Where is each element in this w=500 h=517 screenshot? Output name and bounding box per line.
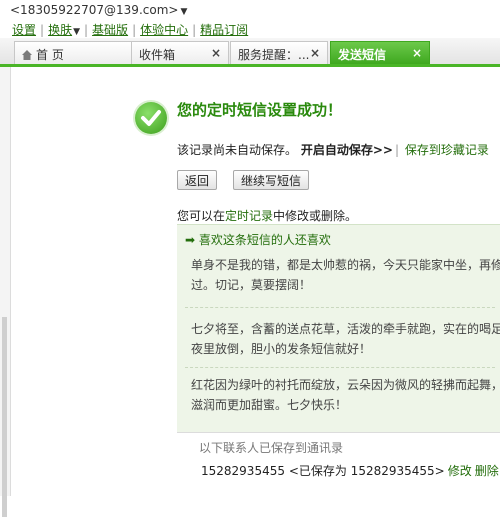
account-address: <18305922707@139.com> — [10, 3, 179, 17]
settings-link[interactable]: 设置 — [12, 23, 36, 37]
message-line: 滋润而更加甜蜜。七夕快乐！ — [191, 398, 348, 412]
scheduled-records-link[interactable]: 定时记录 — [225, 209, 273, 223]
recommended-message[interactable]: 红花因为绿叶的衬托而绽放，云朵因为微风的轻拂而起舞，鱼儿因 滋润而更加甜蜜。七夕… — [191, 375, 500, 415]
enable-auto-save-link[interactable]: 开启自动保存>> — [301, 143, 393, 157]
recommended-message[interactable]: 七夕将至，含蓄的送点花草，活泼的牵手就跑，实在的喝足吃饱， 夜里放倒，胆小的发条… — [191, 319, 500, 359]
account-selector[interactable]: <18305922707@139.com> ▼ — [10, 3, 187, 17]
left-scrollbar[interactable] — [0, 67, 11, 517]
saved-contacts-panel: 以下联系人已保存到通讯录 15282935455 <已保存为 152829354… — [177, 432, 500, 497]
home-icon — [22, 50, 32, 60]
message-line: 红花因为绿叶的衬托而绽放，云朵因为微风的轻拂而起舞，鱼儿因 — [191, 378, 500, 392]
top-menu: 设置 | 换肤▼ | 基础版 | 体验中心 | 精品订阅 — [12, 21, 248, 38]
menu-separator: | — [192, 23, 197, 37]
menu-separator: | — [132, 23, 137, 37]
not-saved-text: 该记录尚未自动保存。 — [177, 143, 298, 157]
recommendation-header: ➡ 喜欢这条短信的人还喜欢 — [185, 233, 331, 247]
delete-contact-link[interactable]: 删除 — [475, 464, 499, 478]
tab-send-sms[interactable]: 发送短信 × — [330, 41, 430, 64]
tab-home[interactable]: 首 页 — [14, 41, 132, 64]
experience-center-link[interactable]: 体验中心 — [140, 23, 188, 37]
tab-service-reminder[interactable]: 服务提醒：... × — [230, 41, 328, 64]
save-to-collection-link[interactable]: 保存到珍藏记录 — [405, 143, 489, 157]
divider — [185, 367, 495, 368]
recommended-message[interactable]: 单身不是我的错，都是太帅惹的祸，今天只能家中坐，再修都没有 过。切记，莫要摆阔！ — [191, 255, 500, 295]
tab-inbox[interactable]: 收件箱 × — [131, 41, 229, 64]
success-check-icon — [135, 102, 167, 134]
saved-contact-row: 15282935455 <已保存为 15282935455> 修改 删除 — [201, 462, 499, 479]
menu-separator: | — [84, 23, 89, 37]
message-line: 七夕将至，含蓄的送点花草，活泼的牵手就跑，实在的喝足吃饱， — [191, 322, 500, 336]
tab-bar: 首 页 收件箱 × 服务提醒：... × 发送短信 × — [0, 38, 500, 67]
message-line: 单身不是我的错，都是太帅惹的祸，今天只能家中坐，再修都没有 — [191, 258, 500, 272]
tab-label: 服务提醒：... — [238, 48, 310, 62]
hint-suffix: 中修改或删除。 — [273, 209, 358, 223]
close-icon[interactable]: × — [211, 46, 221, 60]
message-line: 过。切记，莫要摆阔！ — [191, 278, 312, 292]
tab-label: 发送短信 — [338, 48, 387, 62]
tab-label: 首 页 — [36, 48, 64, 62]
saved-as-text: <已保存为 15282935455> — [288, 464, 445, 478]
chevron-down-icon[interactable]: ▼ — [180, 7, 187, 17]
back-button[interactable]: 返回 — [177, 170, 218, 190]
tab-label: 收件箱 — [139, 48, 176, 62]
save-status-line: 该记录尚未自动保存。 开启自动保存>> | 保存到珍藏记录 — [177, 141, 489, 158]
message-line: 夜里放倒，胆小的发条短信就好！ — [191, 342, 372, 356]
skin-dropdown-icon[interactable]: ▼ — [73, 27, 80, 37]
separator: | — [394, 143, 400, 157]
hint-prefix: 您可以在 — [177, 209, 226, 223]
scrollbar-thumb[interactable] — [2, 317, 7, 517]
hint-line: 您可以在定时记录中修改或删除。 — [177, 207, 357, 224]
edit-contact-link[interactable]: 修改 — [448, 464, 472, 478]
menu-separator: | — [40, 23, 45, 37]
saved-contacts-note: 以下联系人已保存到通讯录 — [199, 441, 344, 455]
divider — [185, 307, 495, 308]
top-bar: <18305922707@139.com> ▼ 设置 | 换肤▼ | 基础版 | 体验中心 | 精… — [0, 0, 500, 40]
subscription-link[interactable]: 精品订阅 — [200, 23, 248, 37]
contact-number: 15282935455 — [201, 464, 285, 478]
close-icon[interactable]: × — [412, 46, 422, 60]
close-icon[interactable]: × — [310, 46, 320, 60]
skin-link[interactable]: 换肤 — [48, 23, 72, 37]
continue-writing-button[interactable]: 继续写短信 — [233, 170, 310, 190]
basic-version-link[interactable]: 基础版 — [92, 23, 128, 37]
page-title: 您的定时短信设置成功！ — [177, 101, 343, 119]
